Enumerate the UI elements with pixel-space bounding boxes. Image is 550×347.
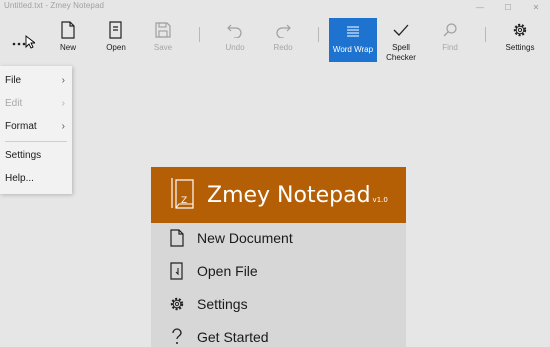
menu-item-help[interactable]: Help... <box>5 169 69 187</box>
new-document-label: New Document <box>197 230 293 246</box>
redo-label: Redo <box>273 43 293 52</box>
spell-checker-label: Spell Checker <box>386 43 416 62</box>
app-version: v1.0 <box>372 196 388 204</box>
menu-item-edit[interactable]: Edit › <box>5 94 69 112</box>
menu-item-label: Help... <box>5 172 34 184</box>
new-button[interactable]: New <box>52 19 84 66</box>
new-document-icon <box>57 19 79 41</box>
chevron-right-icon: › <box>61 120 65 132</box>
main-menu: File › Edit › Format › Settings Help... <box>0 66 72 194</box>
toolbar-separator <box>199 27 200 42</box>
close-button[interactable]: ✕ <box>522 0 550 14</box>
maximize-button[interactable]: ☐ <box>494 0 522 14</box>
open-button[interactable]: Open <box>100 19 132 66</box>
settings-item-label: Settings <box>197 296 248 312</box>
menu-item-label: Edit <box>5 97 23 109</box>
spell-checker-button[interactable]: Spell Checker <box>382 19 420 66</box>
settings-item[interactable]: Settings <box>167 293 248 315</box>
gear-icon <box>167 294 187 314</box>
new-label: New <box>59 43 76 52</box>
undo-button[interactable]: Undo <box>219 19 251 66</box>
gear-icon <box>509 19 531 41</box>
menu-item-settings[interactable]: Settings <box>5 146 69 164</box>
app-title: Zmey Notepad v1.0 <box>207 183 388 208</box>
menu-item-label: Settings <box>5 149 42 161</box>
save-button[interactable]: Save <box>147 19 179 66</box>
save-icon <box>152 19 174 41</box>
redo-button[interactable]: Redo <box>267 19 299 66</box>
find-button[interactable]: Find <box>434 19 466 66</box>
menu-item-format[interactable]: Format › <box>5 117 69 135</box>
title-bar: Untitled.txt - Zmey Notepad — ☐ ✕ <box>0 0 550 14</box>
window-title: Untitled.txt - Zmey Notepad <box>4 1 105 10</box>
menu-item-label: File <box>5 74 22 86</box>
open-file-item[interactable]: Open File <box>167 260 258 282</box>
get-started-item[interactable]: Get Started <box>167 326 269 347</box>
document-icon <box>167 228 187 248</box>
save-label: Save <box>153 43 173 52</box>
redo-icon <box>272 19 294 41</box>
menu-item-label: Format <box>5 120 37 132</box>
app-name: Zmey Notepad <box>207 183 371 208</box>
find-label: Find <box>442 43 458 52</box>
word-wrap-button[interactable]: Word Wrap <box>329 18 377 62</box>
get-started-label: Get Started <box>197 329 269 345</box>
open-icon <box>105 19 127 41</box>
settings-label: Settings <box>505 43 535 52</box>
undo-label: Undo <box>225 43 245 52</box>
chevron-right-icon: › <box>61 97 65 109</box>
welcome-actions: New Document Open File Settings Get Star… <box>151 223 406 347</box>
word-wrap-label: Word Wrap <box>332 45 374 54</box>
open-label: Open <box>106 43 126 52</box>
toolbar-separator <box>485 27 486 42</box>
toolbar-separator <box>318 27 319 42</box>
settings-button[interactable]: Settings <box>501 19 539 66</box>
open-file-label: Open File <box>197 263 258 279</box>
minimize-button[interactable]: — <box>466 0 494 14</box>
menu-item-file[interactable]: File › <box>5 71 69 89</box>
welcome-banner: Z Zmey Notepad v1.0 <box>151 167 406 223</box>
menu-separator <box>5 141 67 142</box>
search-icon <box>439 19 461 41</box>
mouse-cursor-icon <box>25 35 35 49</box>
question-icon <box>167 327 187 347</box>
welcome-card: Z Zmey Notepad v1.0 New Document Open Fil… <box>151 167 406 347</box>
word-wrap-icon <box>342 21 364 43</box>
checkmark-icon <box>390 19 412 41</box>
new-document-item[interactable]: New Document <box>167 227 293 249</box>
toolbar: New Open Save Undo Redo Word Wrap Spell … <box>0 14 550 72</box>
logo-letter: Z <box>181 196 187 206</box>
open-file-icon <box>167 261 187 281</box>
undo-icon <box>224 19 246 41</box>
chevron-right-icon: › <box>61 74 65 86</box>
notepad-logo-icon: Z <box>171 178 194 209</box>
